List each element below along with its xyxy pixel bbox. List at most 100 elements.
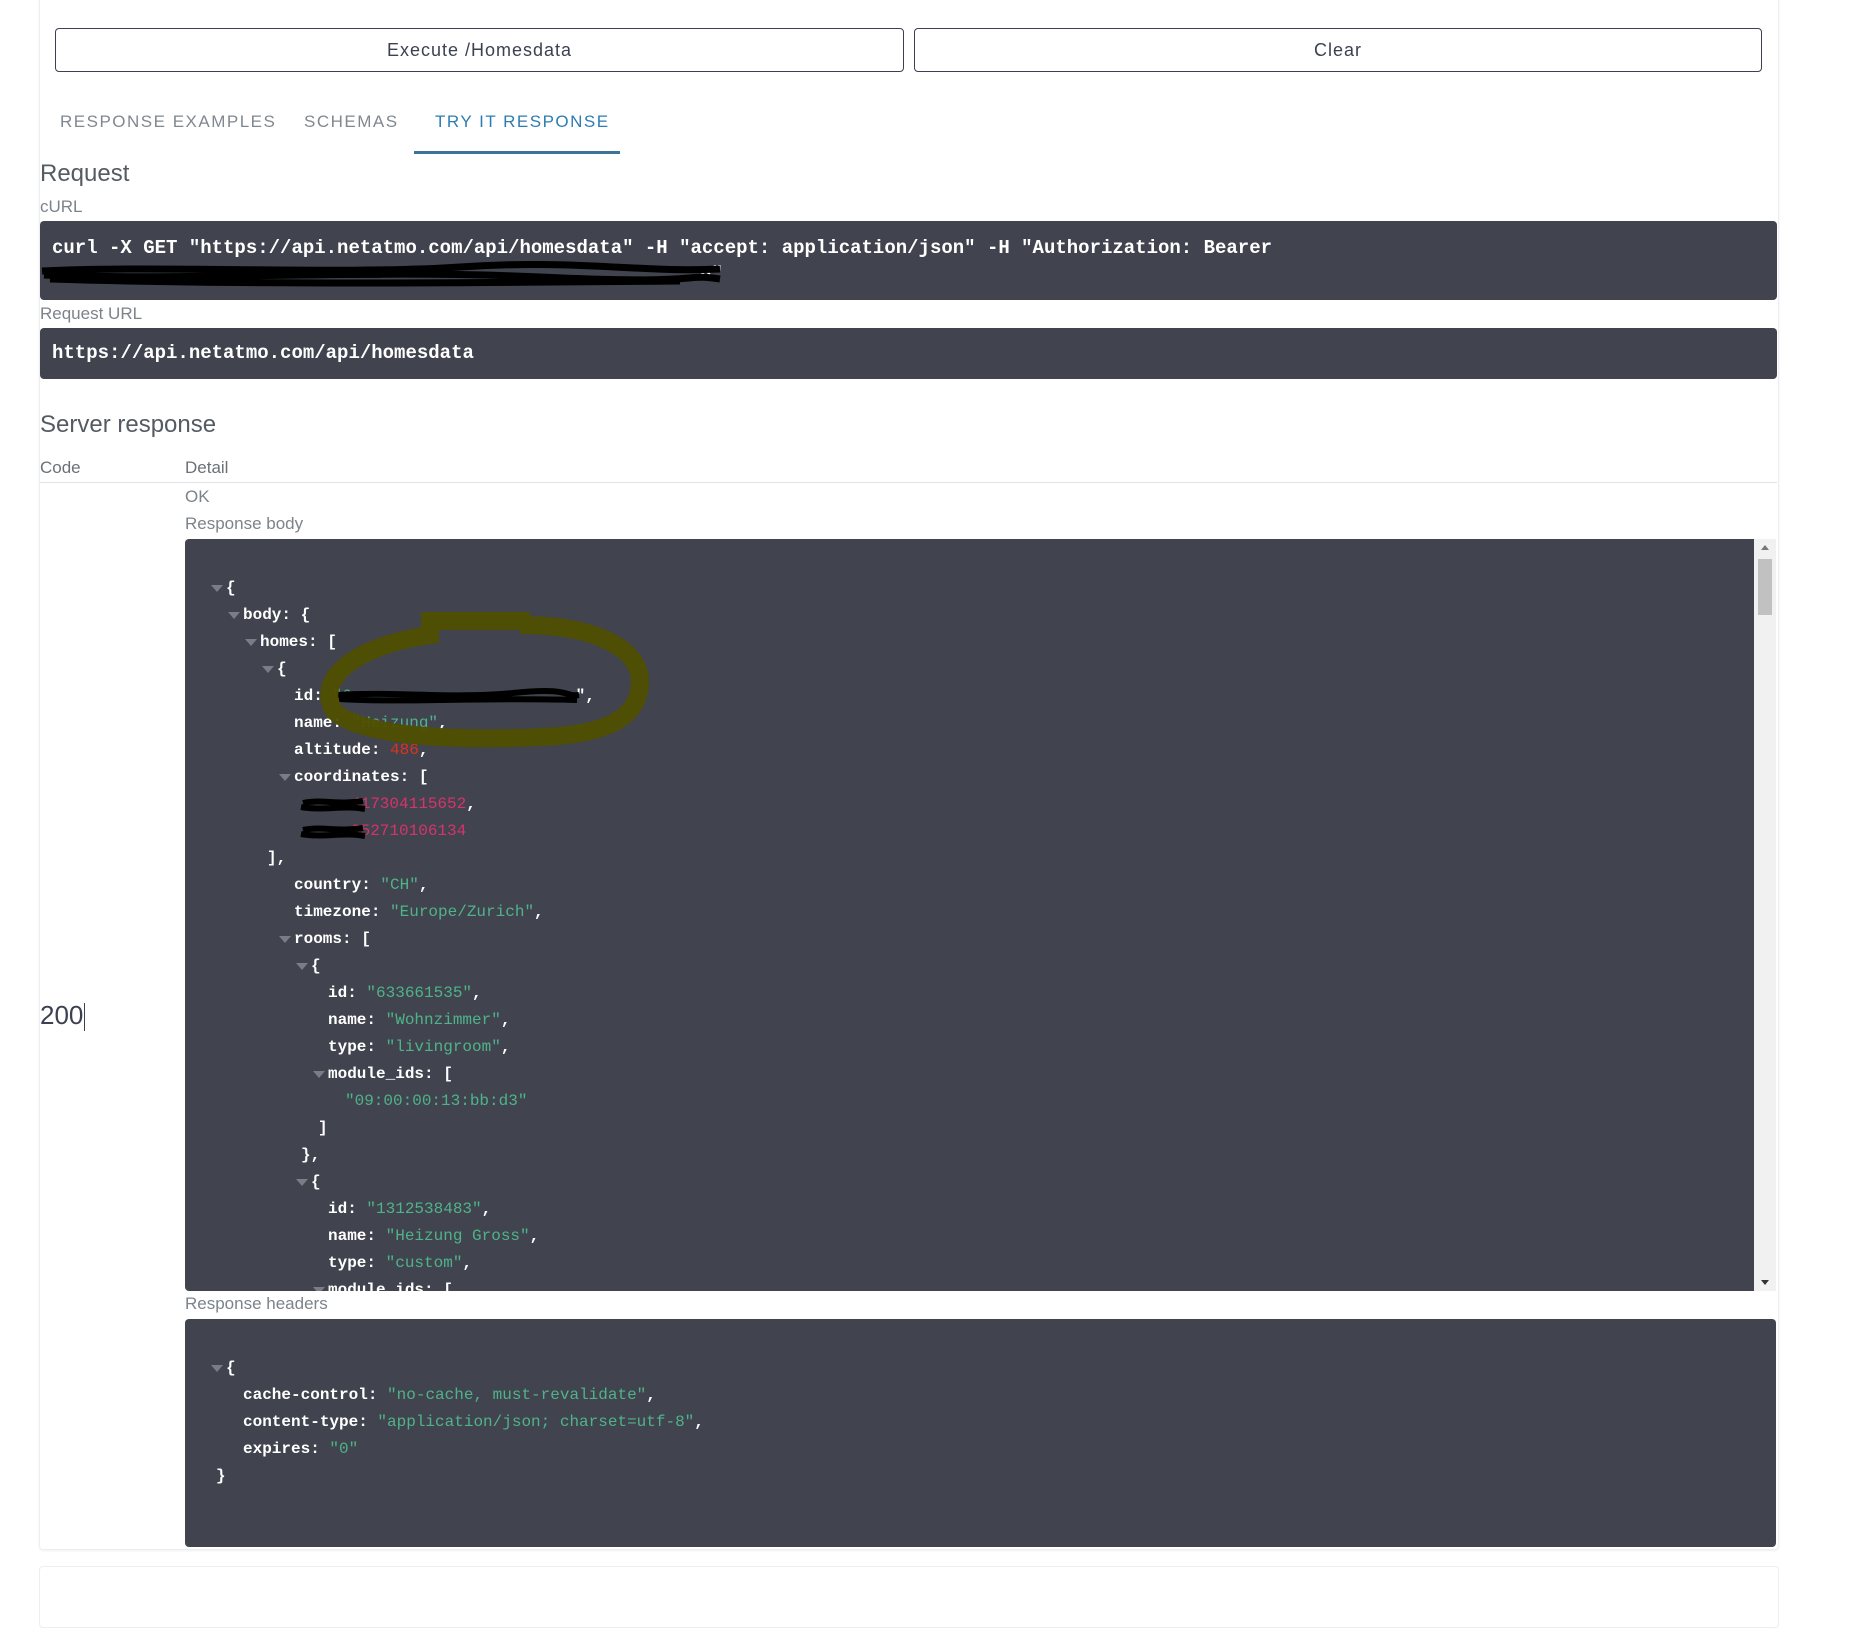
colon: : <box>370 903 391 921</box>
collapse-triangle-icon[interactable] <box>279 936 291 943</box>
json-line: }, <box>301 1142 320 1169</box>
json-punctuation: , <box>646 1386 656 1404</box>
json-line: expires: "0" <box>243 1436 358 1463</box>
collapse-triangle-icon[interactable] <box>279 774 291 781</box>
json-close-bracket: } <box>216 1467 226 1485</box>
collapse-triangle-icon[interactable] <box>313 1071 325 1078</box>
json-line: { <box>211 575 236 602</box>
request-heading: Request <box>40 160 130 187</box>
json-punctuation: , <box>472 984 482 1002</box>
response-headers-block[interactable]: {cache-control: "no-cache, must-revalida… <box>185 1319 1776 1547</box>
colon: : <box>281 606 301 624</box>
json-line: module_ids: [ <box>313 1277 453 1291</box>
json-value: "livingroom" <box>385 1038 501 1056</box>
colon: : <box>367 1386 388 1404</box>
json-line: type: "livingroom", <box>328 1034 510 1061</box>
json-key: type <box>328 1254 367 1272</box>
json-key: timezone <box>294 903 371 921</box>
json-line: name: "Wohnzimmer", <box>328 1007 510 1034</box>
json-line: module_ids: [ <box>313 1061 453 1088</box>
json-value: "Heizung Gross" <box>385 1227 530 1245</box>
json-close-bracket: ] <box>318 1119 328 1137</box>
collapse-triangle-icon[interactable] <box>245 639 257 646</box>
json-punctuation: , <box>418 876 429 894</box>
json-open-bracket: [ <box>443 1065 453 1083</box>
json-line: { <box>211 1355 236 1382</box>
json-line: timezone: "Europe/Zurich", <box>294 899 544 926</box>
json-key: coordinates <box>294 768 400 786</box>
json-value: "Europe/Zurich" <box>390 903 535 921</box>
curl-command-line2: 6" <box>41 261 1765 287</box>
tab-schemas[interactable]: SCHEMAS <box>304 112 399 132</box>
colon: : <box>399 768 419 786</box>
redaction-scribble-icon <box>41 261 721 287</box>
server-response-heading: Server response <box>40 411 217 438</box>
json-line: id: "633661535", <box>328 980 482 1007</box>
json-line: { <box>296 1169 321 1196</box>
json-line: { <box>262 656 287 683</box>
colon: : <box>347 1200 367 1218</box>
collapse-triangle-icon[interactable] <box>211 585 223 592</box>
colon: : <box>361 876 381 894</box>
json-key: module_ids <box>328 1281 425 1291</box>
json-open-bracket: { <box>300 606 311 624</box>
collapse-triangle-icon[interactable] <box>262 666 274 673</box>
response-headers-label: Response headers <box>185 1294 328 1313</box>
curl-command-block[interactable]: curl -X GET "https://api.netatmo.com/api… <box>40 221 1777 300</box>
collapse-triangle-icon[interactable] <box>313 1287 325 1291</box>
json-key: module_ids <box>328 1065 425 1083</box>
execute-button[interactable]: Execute /Homesdata <box>55 28 904 72</box>
json-close-bracket: }, <box>301 1146 321 1164</box>
json-close-bracket: ], <box>267 849 287 867</box>
collapse-triangle-icon[interactable] <box>211 1365 223 1372</box>
json-open-bracket: { <box>226 579 236 597</box>
colon: : <box>366 1254 386 1272</box>
colon: : <box>358 1413 378 1431</box>
json-key: country <box>294 876 362 894</box>
response-headers-json: {cache-control: "no-cache, must-revalida… <box>185 1319 1776 1547</box>
json-key: homes <box>260 633 309 651</box>
json-value: "09:00:00:13:bb:d3" <box>345 1092 528 1110</box>
json-line: ], <box>267 845 286 872</box>
collapse-triangle-icon[interactable] <box>228 612 240 619</box>
response-body-label: Response body <box>185 514 304 533</box>
json-key: id <box>328 984 348 1002</box>
colon: : <box>366 1227 386 1245</box>
json-key: rooms <box>294 930 343 948</box>
json-line: name: "Heizung Gross", <box>328 1223 539 1250</box>
redaction-scribble-icon <box>300 825 366 839</box>
tab-response-examples[interactable]: RESPONSE EXAMPLES <box>60 112 276 132</box>
scrollbar-thumb[interactable] <box>1758 559 1772 615</box>
collapse-triangle-icon[interactable] <box>296 963 308 970</box>
colon: : <box>366 1038 386 1056</box>
tab-try-it-response[interactable]: TRY IT RESPONSE <box>435 112 610 132</box>
colon: : <box>342 930 362 948</box>
colon: : <box>424 1281 444 1291</box>
text-caret <box>84 1003 86 1032</box>
json-key: body <box>243 606 282 624</box>
clear-button[interactable]: Clear <box>914 28 1762 72</box>
json-line: 417304115652, <box>300 791 476 818</box>
json-punctuation: , <box>466 795 476 813</box>
json-punctuation: , <box>529 1227 540 1245</box>
json-open-bracket: { <box>311 957 321 975</box>
code-column-header: Code <box>40 458 81 477</box>
response-body-scrollbar[interactable] <box>1754 539 1776 1291</box>
colon: : <box>347 984 367 1002</box>
json-value: "1312538483" <box>366 1200 482 1218</box>
response-code-value: 200 <box>40 1000 84 1030</box>
json-punctuation: , <box>500 1038 511 1056</box>
response-body-block[interactable]: {body: {homes: [{id: "6 ", name: "Heizung"… <box>185 539 1754 1291</box>
response-status-text: OK <box>185 487 210 506</box>
next-operation-panel <box>39 1566 1779 1628</box>
scroll-up-arrow-icon[interactable] <box>1761 545 1769 550</box>
scroll-down-arrow-icon[interactable] <box>1761 1280 1769 1285</box>
json-value: "application/json; charset=utf-8" <box>377 1413 695 1431</box>
request-url-block[interactable]: https://api.netatmo.com/api/homesdata <box>40 328 1777 379</box>
json-line: { <box>296 953 321 980</box>
detail-column-header: Detail <box>185 458 229 477</box>
collapse-triangle-icon[interactable] <box>296 1179 308 1186</box>
table-divider <box>40 482 1777 483</box>
json-punctuation: , <box>694 1413 704 1431</box>
json-value: "633661535" <box>366 984 473 1002</box>
